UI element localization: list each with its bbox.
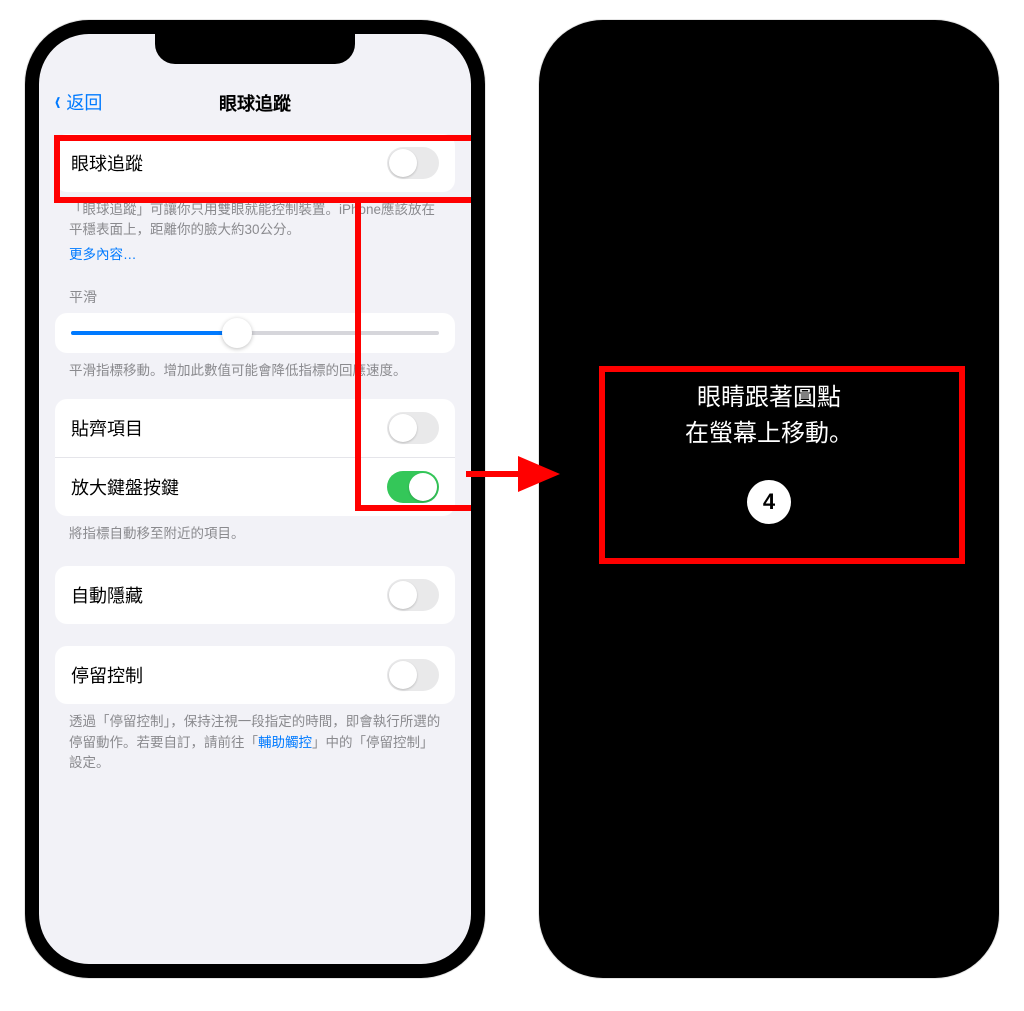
phone-left: ‹ 返回 眼球追蹤 眼球追蹤 「眼球追蹤」可讓你只用雙眼就能控制裝置。iPhon… xyxy=(25,20,485,978)
slider-thumb[interactable] xyxy=(222,318,252,348)
snap-desc: 將指標自動移至附近的項目。 xyxy=(69,524,441,544)
assistive-touch-link[interactable]: 輔助觸控 xyxy=(258,735,312,750)
slider-label: 平滑 xyxy=(69,287,441,307)
row-dwell[interactable]: 停留控制 xyxy=(55,646,455,704)
row-label: 貼齊項目 xyxy=(71,415,143,441)
calibration-screen: 眼睛跟著圓點 在螢幕上移動。 4 xyxy=(553,34,985,964)
smoothing-slider[interactable] xyxy=(71,331,439,335)
highlight-connector-h xyxy=(355,505,471,511)
row-snap[interactable]: 貼齊項目 xyxy=(55,399,455,457)
group-auto-hide: 自動隱藏 xyxy=(55,566,455,624)
highlight-box-left xyxy=(54,135,471,203)
row-label: 自動隱藏 xyxy=(71,582,143,608)
highlight-box-right xyxy=(599,366,965,564)
arrow-right-icon xyxy=(518,456,560,492)
switch-auto-hide[interactable] xyxy=(387,579,439,611)
highlight-connector-v xyxy=(355,203,361,505)
settings-screen: ‹ 返回 眼球追蹤 眼球追蹤 「眼球追蹤」可讓你只用雙眼就能控制裝置。iPhon… xyxy=(39,34,471,964)
slider-desc: 平滑指標移動。增加此數值可能會降低指標的回應速度。 xyxy=(69,361,441,381)
group-snap: 貼齊項目 放大鍵盤按鍵 xyxy=(55,399,455,516)
switch-dwell[interactable] xyxy=(387,659,439,691)
eye-tracking-desc: 「眼球追蹤」可讓你只用雙眼就能控制裝置。iPhone應該放在平穩表面上，距離你的… xyxy=(69,200,441,241)
dwell-desc: 透過「停留控制」，保持注視一段指定的時間，即會執行所選的停留動作。若要自訂，請前… xyxy=(69,712,441,773)
row-auto-hide[interactable]: 自動隱藏 xyxy=(55,566,455,624)
annotation-arrow xyxy=(466,456,566,492)
notch xyxy=(155,34,355,64)
smoothing-slider-row xyxy=(55,313,455,353)
group-dwell: 停留控制 xyxy=(55,646,455,704)
more-link[interactable]: 更多內容… xyxy=(69,245,441,265)
switch-zoom-keyboard[interactable] xyxy=(387,471,439,503)
switch-snap[interactable] xyxy=(387,412,439,444)
notch xyxy=(669,34,869,64)
page-title: 眼球追蹤 xyxy=(39,90,471,116)
phone-right: 眼睛跟著圓點 在螢幕上移動。 4 xyxy=(539,20,999,978)
row-label: 停留控制 xyxy=(71,662,143,688)
row-label: 放大鍵盤按鍵 xyxy=(71,474,179,500)
